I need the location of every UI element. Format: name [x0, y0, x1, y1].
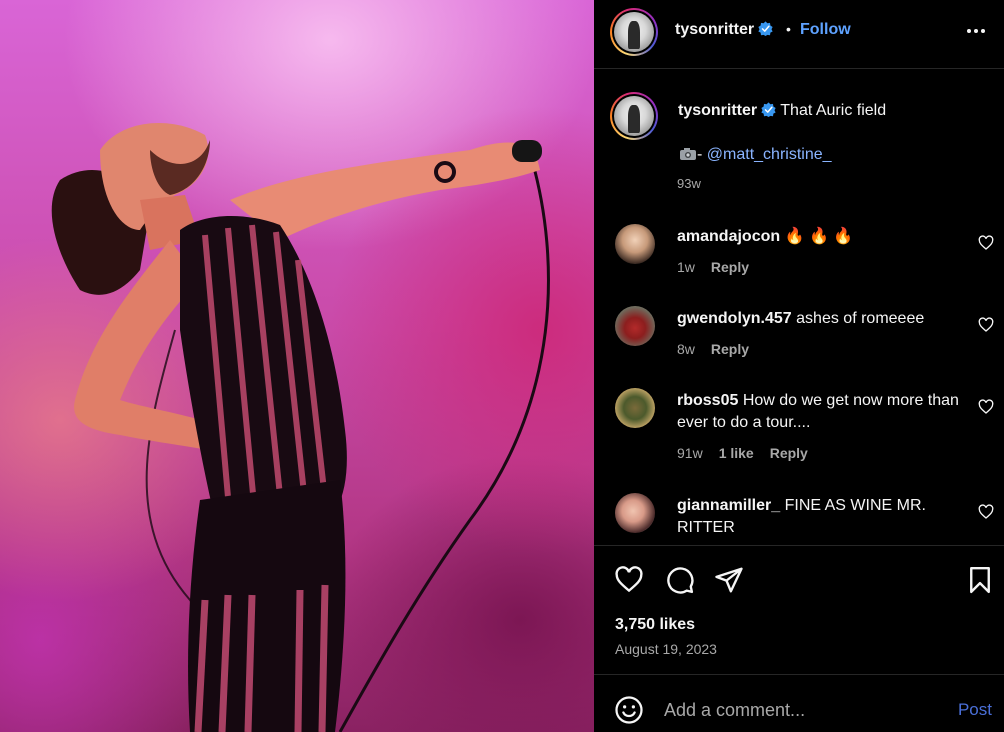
comment-text: 🔥 🔥 🔥: [784, 228, 854, 245]
post-date[interactable]: August 19, 2023: [615, 641, 717, 657]
caption-text: That Auric field: [780, 102, 887, 119]
comment-username[interactable]: giannamiller_: [677, 497, 780, 514]
separator-dot: •: [786, 21, 791, 37]
comment-username[interactable]: gwendolyn.457: [677, 310, 792, 327]
comment-like-count[interactable]: 1 like: [719, 445, 754, 461]
share-icon[interactable]: [714, 565, 744, 595]
caption-credit: - @matt_christine_: [679, 146, 832, 164]
commenter-avatar[interactable]: [615, 224, 655, 264]
comment-like-heart-icon[interactable]: [978, 399, 994, 415]
reply-button[interactable]: Reply: [711, 259, 749, 275]
bookmark-icon[interactable]: [965, 565, 995, 595]
camera-icon: [680, 148, 696, 160]
caption-author-avatar[interactable]: [610, 92, 658, 140]
verified-badge-icon: [758, 21, 773, 36]
comment-like-heart-icon[interactable]: [978, 235, 994, 251]
follow-button[interactable]: Follow: [800, 21, 851, 39]
commenter-avatar[interactable]: [615, 493, 655, 533]
post-actions: 3,750 likes August 19, 2023: [594, 547, 1004, 675]
post-comment-button[interactable]: Post: [958, 700, 992, 720]
post-detail-panel: tysonritter • Follow tysonritter That Au…: [594, 0, 1004, 732]
author-username[interactable]: tysonritter: [675, 21, 773, 39]
caption-timestamp[interactable]: 93w: [677, 176, 701, 191]
comments-scroll-area[interactable]: tysonritter That Auric field - @matt_chr…: [594, 70, 1004, 546]
reply-button[interactable]: Reply: [711, 341, 749, 357]
verified-badge-icon: [761, 102, 776, 117]
comment-input[interactable]: [664, 698, 934, 722]
like-count[interactable]: 3,750 likes: [615, 616, 695, 634]
comment-like-heart-icon[interactable]: [978, 317, 994, 333]
comment-time[interactable]: 8w: [677, 341, 695, 357]
comment-username[interactable]: rboss05: [677, 392, 738, 409]
post-photo[interactable]: [0, 0, 594, 732]
author-avatar[interactable]: [610, 8, 658, 56]
post-header: tysonritter • Follow: [594, 0, 1004, 69]
caption-username[interactable]: tysonritter: [678, 102, 757, 119]
photographer-mention-link[interactable]: @matt_christine_: [707, 146, 832, 163]
comment-username[interactable]: amandajocon: [677, 228, 780, 245]
commenter-avatar[interactable]: [615, 306, 655, 346]
performer-illustration: [51, 123, 550, 732]
comment-time[interactable]: 1w: [677, 259, 695, 275]
commenter-avatar[interactable]: [615, 388, 655, 428]
add-comment-bar: Post: [594, 676, 1004, 732]
caption: tysonritter That Auric field: [678, 100, 978, 122]
more-options-icon[interactable]: [964, 19, 988, 43]
comment-text: ashes of romeeee: [796, 310, 925, 327]
comment-icon[interactable]: [665, 565, 695, 595]
comment-like-heart-icon[interactable]: [978, 504, 994, 520]
reply-button[interactable]: Reply: [770, 445, 808, 461]
emoji-icon[interactable]: [614, 695, 644, 725]
heart-icon[interactable]: [614, 565, 644, 595]
comment-time[interactable]: 91w: [677, 445, 703, 461]
